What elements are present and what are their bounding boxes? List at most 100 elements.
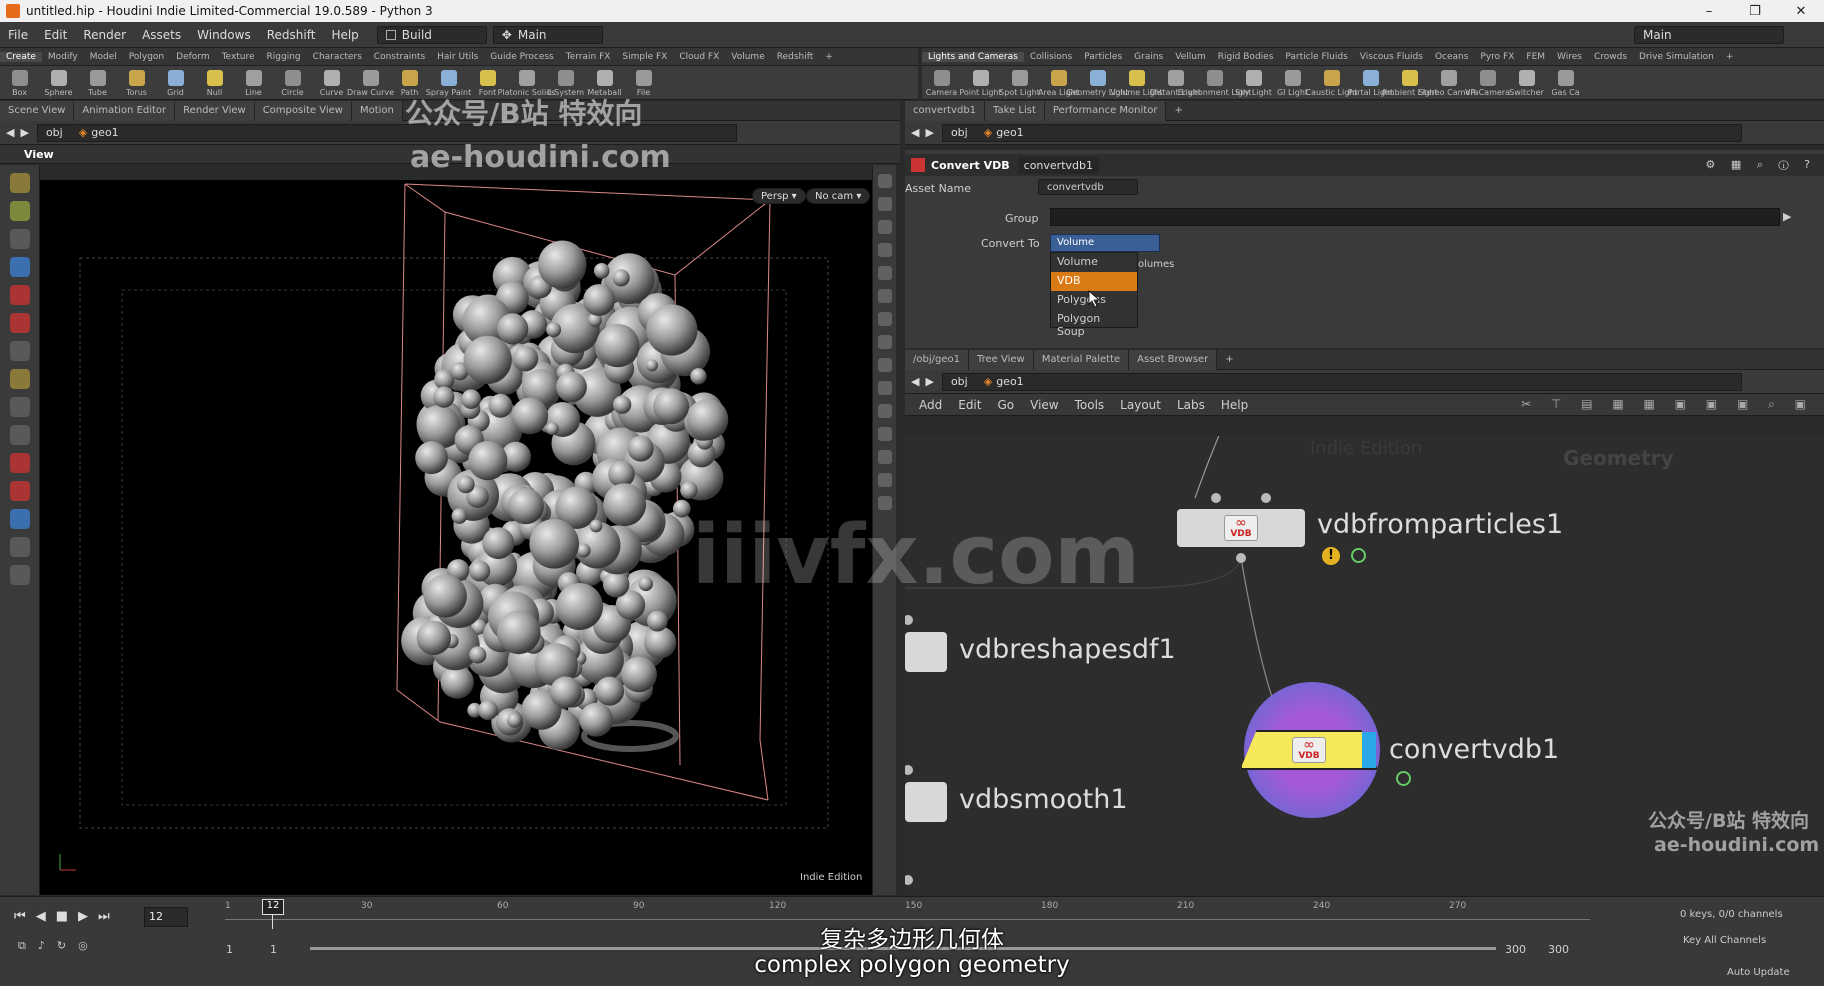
right-shelf-tab-5[interactable]: Rigid Bodies <box>1212 52 1280 62</box>
right-shelf-tab-1[interactable]: Collisions <box>1024 52 1078 62</box>
left-shelf-tool-2[interactable]: Tube <box>78 70 117 99</box>
left-shelf-tool-9[interactable]: Draw Curve <box>347 70 394 99</box>
network-menu-layout[interactable]: Layout <box>1112 398 1169 412</box>
right-shelf-tab-0[interactable]: Lights and Cameras <box>922 51 1024 62</box>
lock-icon[interactable] <box>9 257 30 277</box>
left-shelf-tab-12[interactable]: Simple FX <box>616 52 673 62</box>
left-shelf-add-tab-icon[interactable]: + <box>819 52 839 62</box>
left-shelf-tab-0[interactable]: Create <box>0 51 42 62</box>
right-shelf-tab-4[interactable]: Vellum <box>1169 52 1211 62</box>
left-shelf-tab-1[interactable]: Modify <box>42 52 84 62</box>
network-add-tab-icon[interactable]: + <box>1217 354 1241 365</box>
right-shelf-tool-13[interactable]: Stereo Camera <box>1419 70 1479 99</box>
left-shelf-tab-7[interactable]: Characters <box>307 52 368 62</box>
transform-tool-icon[interactable] <box>9 369 30 389</box>
display-options-icon[interactable] <box>877 174 892 188</box>
right-shelf-tab-2[interactable]: Particles <box>1078 52 1128 62</box>
left-shelf-tab-14[interactable]: Volume <box>725 52 770 62</box>
left-shelf-tab-6[interactable]: Rigging <box>261 52 307 62</box>
camera-view-icon[interactable] <box>877 358 892 372</box>
tab-motion[interactable]: Motion <box>351 100 403 121</box>
tab-asset-browser[interactable]: Asset Browser <box>1129 349 1218 370</box>
scale-tool-icon[interactable] <box>9 425 30 445</box>
right-shelf-tool-14[interactable]: VR Camera <box>1465 70 1510 99</box>
left-shelf-tab-4[interactable]: Deform <box>170 52 215 62</box>
option-vdb[interactable]: VDB <box>1051 272 1137 291</box>
left-shelf-tool-4[interactable]: Grid <box>156 70 195 99</box>
tab-obj-geo1[interactable]: /obj/geo1 <box>905 349 969 370</box>
network-path-field[interactable]: obj ◈ geo1 <box>941 372 1742 391</box>
camera-menu[interactable]: No cam ▾ <box>806 188 871 204</box>
tab-render-view[interactable]: Render View <box>175 100 255 121</box>
left-shelf-tab-8[interactable]: Constraints <box>368 52 431 62</box>
node-vdbsmooth1[interactable] <box>905 782 947 822</box>
network-menu-tools[interactable]: Tools <box>1067 398 1113 412</box>
left-shelf-tab-15[interactable]: Redshift <box>771 52 820 62</box>
persp-menu[interactable]: Persp ▾ <box>752 188 806 204</box>
lock-camera-icon[interactable] <box>877 220 892 234</box>
persp-label[interactable]: Persp ▾ <box>752 188 806 204</box>
node-label-vdbfromparticles1[interactable]: vdbfromparticles1 <box>1317 509 1563 540</box>
asset-name-dropdown[interactable]: convertvdb <box>1038 179 1138 195</box>
point-display-icon[interactable] <box>877 312 892 326</box>
background-icon[interactable] <box>877 381 892 395</box>
left-shelf-tool-8[interactable]: Curve <box>312 70 351 99</box>
right-shelf-tab-11[interactable]: Wires <box>1551 52 1588 62</box>
menu-render[interactable]: Render <box>75 28 134 42</box>
right-shelf-add-tab-icon[interactable]: + <box>1720 52 1740 62</box>
left-shelf-tool-7[interactable]: Circle <box>273 70 312 99</box>
peak-tool-icon[interactable] <box>9 453 30 473</box>
menu-edit[interactable]: Edit <box>36 28 75 42</box>
right-shelf-tool-15[interactable]: Switcher <box>1507 70 1546 99</box>
left-shelf-tab-2[interactable]: Model <box>84 52 123 62</box>
tab-composite-view[interactable]: Composite View <box>254 100 352 121</box>
menu-windows[interactable]: Windows <box>189 28 259 42</box>
home-icon[interactable] <box>877 427 892 441</box>
view-tool-icon[interactable] <box>9 201 30 221</box>
node-vdbreshapesdf1[interactable] <box>905 632 947 672</box>
right-shelf-tab-10[interactable]: FEM <box>1520 52 1551 62</box>
network-menu-view[interactable]: View <box>1022 398 1066 412</box>
option-volume[interactable]: Volume <box>1051 253 1137 272</box>
left-shelf-tab-9[interactable]: Hair Utils <box>431 52 484 62</box>
node-name-field[interactable]: convertvdb1 <box>1017 156 1099 174</box>
select-tool-icon[interactable] <box>9 229 30 249</box>
node-vdbfromparticles1[interactable]: ∞ VDB <box>1177 509 1305 547</box>
right-shelf-tool-10[interactable]: Caustic Light <box>1306 70 1358 99</box>
minimize-button[interactable]: – <box>1686 4 1732 19</box>
param-path-geo1[interactable]: geo1 <box>996 126 1023 139</box>
network-back-icon[interactable]: ◀ <box>911 375 919 388</box>
left-shelf-tool-5[interactable]: Null <box>195 70 234 99</box>
tab-tree-view[interactable]: Tree View <box>968 349 1034 370</box>
camera-label[interactable]: No cam ▾ <box>806 188 871 204</box>
node-label-vdbsmooth1[interactable]: vdbsmooth1 <box>959 784 1128 815</box>
group-field[interactable] <box>1050 208 1780 226</box>
right-shelf-tab-7[interactable]: Viscous Fluids <box>1354 52 1429 62</box>
param-path-obj[interactable]: obj <box>951 126 968 139</box>
tab-material-palette[interactable]: Material Palette <box>1033 349 1130 370</box>
render-region-icon[interactable] <box>9 537 30 557</box>
left-shelf-tool-3[interactable]: Torus <box>117 70 156 99</box>
right-shelf-tool-0[interactable]: Camera <box>922 70 961 99</box>
right-shelf-tool-1[interactable]: Point Light <box>959 70 1002 99</box>
left-shelf-tab-10[interactable]: Guide Process <box>484 52 559 62</box>
add-tab-icon[interactable]: + <box>1166 105 1190 116</box>
network-toolbar-icons[interactable]: ✂ ⊤ ▤ ▦ ▦ ▣ ▣ ▣ ⌕ ▣ <box>1521 397 1814 412</box>
tab-take-list[interactable]: Take List <box>985 100 1045 121</box>
group-select-arrow-icon[interactable]: ▶ <box>1783 210 1791 223</box>
left-shelf-tab-13[interactable]: Cloud FX <box>673 52 725 62</box>
network-path-obj[interactable]: obj <box>951 375 968 388</box>
param-path-field[interactable]: obj ◈ geo1 <box>941 123 1742 142</box>
tab-scene-view[interactable]: Scene View <box>0 100 75 121</box>
right-shelf-tab-6[interactable]: Particle Fluids <box>1279 52 1353 62</box>
pose-tool-icon[interactable] <box>9 341 30 361</box>
tab-convertvdb1[interactable]: convertvdb1 <box>905 100 986 121</box>
right-shelf-tab-13[interactable]: Drive Simulation <box>1633 52 1720 62</box>
menu-redshift[interactable]: Redshift <box>259 28 324 42</box>
magnet-icon[interactable] <box>9 313 30 333</box>
normal-display-icon[interactable] <box>877 335 892 349</box>
menu-file[interactable]: File <box>0 28 36 42</box>
right-shelf-tool-7[interactable]: Environment Light <box>1178 70 1251 99</box>
right-shelf-tool-2[interactable]: Spot Light <box>999 70 1040 99</box>
left-shelf-tool-0[interactable]: Box <box>0 70 39 99</box>
